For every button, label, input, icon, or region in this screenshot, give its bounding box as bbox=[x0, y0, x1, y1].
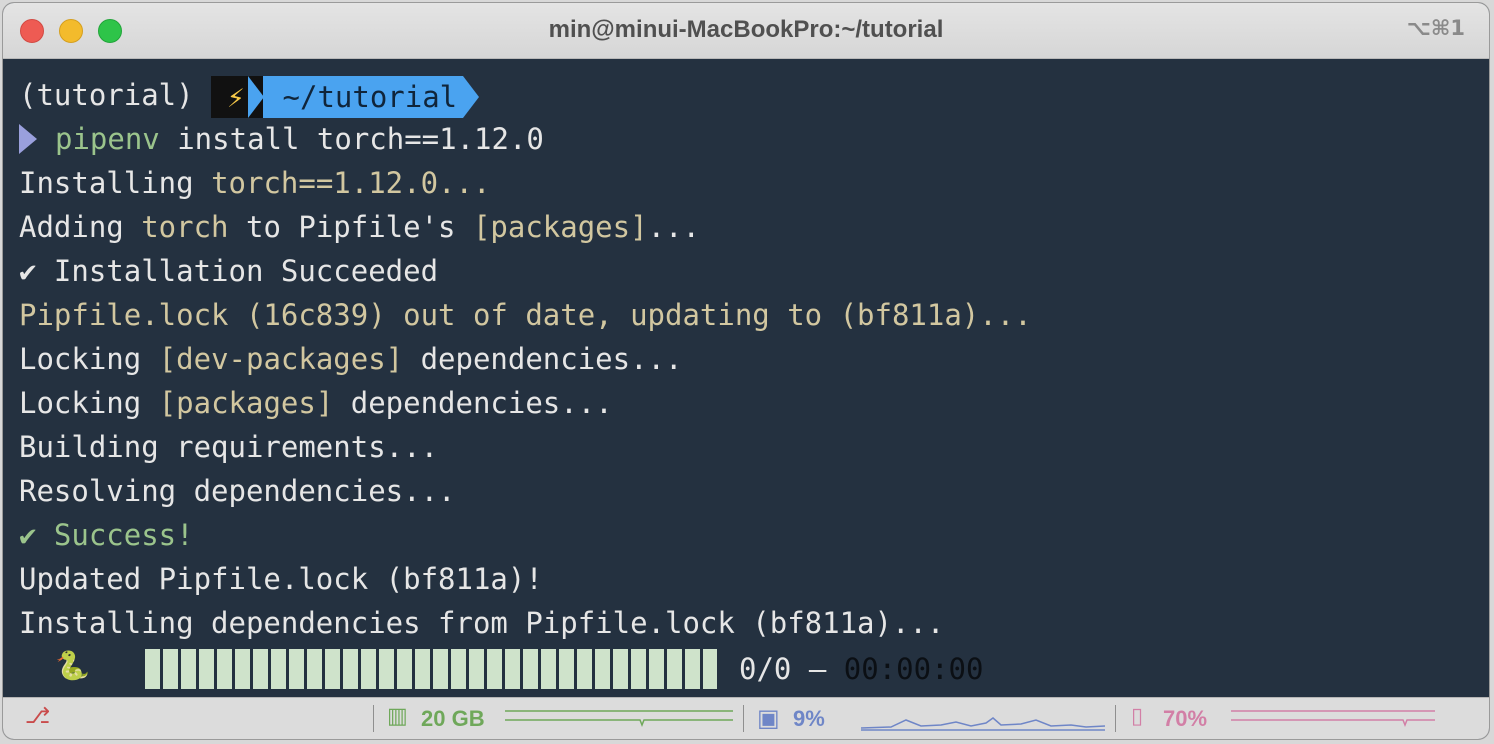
progress-elapsed: 00:00:00 bbox=[843, 652, 984, 686]
memory-sparkline bbox=[505, 710, 733, 728]
output-line: Updated Pipfile.lock (bf811a)! bbox=[19, 562, 543, 596]
progress-counter: 0/0 – 00:00:00 bbox=[739, 649, 983, 689]
cpu-icon: ▣ bbox=[757, 704, 780, 732]
install-progress: 🐍 0/0 – 00:00:00 bbox=[3, 645, 1489, 693]
snake-icon: 🐍 bbox=[55, 649, 90, 682]
output-line: Resolving dependencies... bbox=[19, 474, 456, 508]
progress-count: 0/0 – bbox=[739, 652, 844, 686]
status-divider bbox=[1115, 705, 1116, 732]
output-line: Installing torch==1.12.0... bbox=[19, 163, 490, 203]
terminal-output[interactable]: (tutorial) ⚡ ~/tutorial pipenv install to… bbox=[3, 59, 1489, 699]
output-text: dependencies... bbox=[403, 342, 683, 376]
output-text: Locking bbox=[19, 386, 159, 420]
output-text: ... bbox=[647, 210, 700, 244]
git-branch-icon[interactable]: ⎇ bbox=[25, 704, 50, 729]
terminal-window: min@minui-MacBookPro:~/tutorial ⌥⌘1 (tut… bbox=[2, 2, 1490, 740]
package-name: torch bbox=[141, 210, 229, 244]
output-line: Building requirements... bbox=[19, 430, 439, 464]
output-line: Installing dependencies from Pipfile.loc… bbox=[19, 606, 945, 640]
command-line: pipenv install torch==1.12.0 bbox=[19, 119, 544, 159]
status-bar: ⎇ ▥ 20 GB ▣ 9% ▯ 70% bbox=[3, 697, 1489, 739]
tab-shortcut: ⌥⌘1 bbox=[1406, 16, 1465, 40]
battery-sparkline bbox=[1231, 710, 1435, 728]
prompt-caret-icon bbox=[19, 124, 37, 154]
output-line: Locking [dev-packages] dependencies... bbox=[19, 339, 682, 379]
command-args: install torch==1.12.0 bbox=[159, 122, 544, 156]
package-spec: torch==1.12.0... bbox=[211, 166, 491, 200]
cpu-usage: 9% bbox=[793, 706, 825, 731]
progress-bar bbox=[145, 649, 717, 689]
battery-level: 70% bbox=[1163, 706, 1208, 731]
command-tool: pipenv bbox=[55, 122, 160, 156]
virtualenv-name: (tutorial) bbox=[19, 78, 194, 112]
output-text: Installing bbox=[19, 166, 212, 200]
output-line: Locking [packages] dependencies... bbox=[19, 383, 613, 423]
status-divider bbox=[743, 705, 744, 732]
memory-usage: 20 GB bbox=[421, 706, 485, 731]
battery-icon: ▯ bbox=[1131, 704, 1144, 729]
output-text: Locking bbox=[19, 342, 159, 376]
output-text: dependencies... bbox=[333, 386, 613, 420]
lightning-icon: ⚡ bbox=[227, 80, 245, 114]
output-line: ✔ Installation Succeeded bbox=[19, 254, 439, 288]
section-name: [packages] bbox=[472, 210, 648, 244]
output-text: Adding bbox=[19, 210, 142, 244]
success-line: ✔ Success! bbox=[19, 518, 194, 552]
output-line: Adding torch to Pipfile's [packages]... bbox=[19, 207, 700, 247]
title-bar[interactable]: min@minui-MacBookPro:~/tutorial ⌥⌘1 bbox=[3, 3, 1489, 59]
section-name: [dev-packages] bbox=[158, 342, 404, 376]
output-text: to Pipfile's bbox=[228, 210, 473, 244]
current-directory: ~/tutorial bbox=[282, 80, 458, 114]
prompt-line: (tutorial) ⚡ ~/tutorial bbox=[19, 75, 479, 118]
prompt-status-segment: ⚡ bbox=[211, 76, 265, 118]
memory-icon: ▥ bbox=[387, 704, 408, 729]
status-divider bbox=[373, 705, 374, 732]
section-name: [packages] bbox=[158, 386, 334, 420]
cpu-sparkline bbox=[861, 717, 1106, 731]
prompt-path-segment: ~/tutorial bbox=[262, 76, 479, 118]
output-line: Pipfile.lock (16c839) out of date, updat… bbox=[19, 298, 1032, 332]
window-title: min@minui-MacBookPro:~/tutorial bbox=[548, 16, 944, 43]
